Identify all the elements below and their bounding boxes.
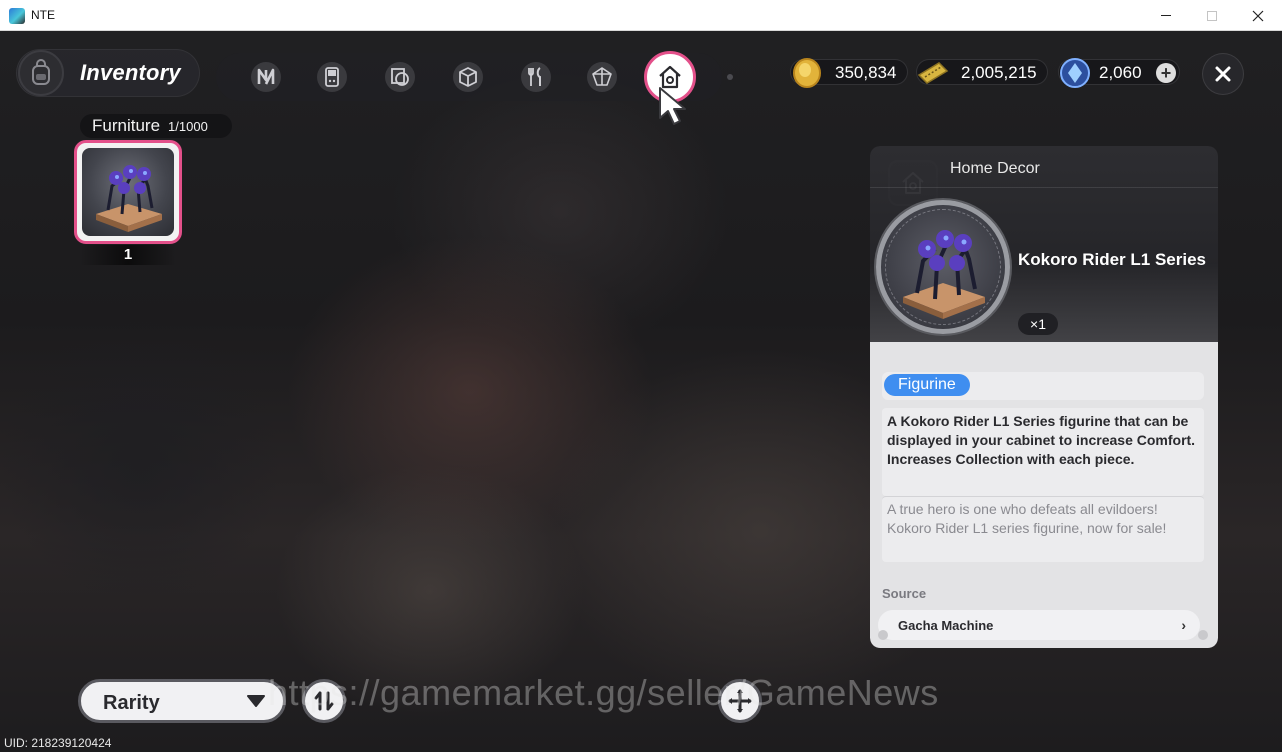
records-icon — [385, 62, 415, 92]
maximize-button[interactable] — [1189, 0, 1235, 31]
backpack-icon — [18, 50, 64, 96]
add-currency-button[interactable]: + — [1156, 63, 1176, 83]
mouse-cursor-icon — [659, 87, 686, 125]
item-name: Kokoro Rider L1 Series — [1018, 250, 1207, 269]
gold-value: 350,834 — [835, 63, 897, 82]
item-type-row: Figurine — [882, 372, 1204, 400]
gold-coin-icon — [793, 58, 821, 88]
source-name: Gacha Machine — [898, 618, 994, 633]
item-quantity: 1 — [80, 245, 176, 265]
user-id: UID: 218239120424 — [4, 736, 112, 750]
category-label: Furniture 1/1000 — [80, 114, 232, 138]
corner-dot — [1198, 630, 1208, 640]
category-capacity: 1/1000 — [168, 118, 208, 134]
sort-dropdown[interactable]: Rarity — [78, 679, 286, 723]
maximize-icon — [1207, 10, 1217, 21]
tab-materials[interactable] — [582, 57, 622, 97]
crystal-value: 2,060 — [1099, 63, 1142, 82]
tab-scroll-indicator — [727, 74, 733, 80]
window-title: NTE — [31, 8, 55, 22]
detail-category: Home Decor — [950, 160, 1040, 177]
close-icon — [1215, 66, 1231, 82]
corner-dot — [878, 630, 888, 640]
minimize-button[interactable] — [1143, 0, 1189, 31]
app-icon — [9, 8, 25, 24]
detail-body: Figurine A Kokoro Rider L1 Series figuri… — [870, 342, 1218, 648]
tab-gadgets[interactable] — [312, 57, 352, 97]
item-detail-panel: Home Decor Kokoro Rider L1 Series ×1 Fig… — [870, 146, 1218, 648]
close-icon — [1252, 10, 1264, 21]
ticket-icon — [917, 62, 949, 84]
kokoro-rider-figurine-image — [82, 148, 174, 236]
currency-gold: 350,834 — [790, 58, 908, 88]
game-viewport: Inventory 350,834 2,005,215 2,060 + Furn… — [0, 31, 1282, 752]
item-description: A Kokoro Rider L1 Series figurine that c… — [882, 408, 1204, 496]
category-tabs — [216, 51, 733, 103]
window-close-button[interactable] — [1235, 0, 1281, 31]
all-icon — [251, 62, 281, 92]
detail-category-row: Home Decor — [870, 146, 1218, 188]
category-name: Furniture — [92, 116, 161, 135]
item-type-tag: Figurine — [884, 374, 970, 396]
detail-header: Home Decor Kokoro Rider L1 Series ×1 — [870, 146, 1218, 342]
tab-all[interactable] — [246, 57, 286, 97]
item-slot-selected[interactable] — [74, 140, 182, 244]
page-title: Inventory — [80, 60, 181, 85]
window-titlebar: NTE — [0, 0, 1282, 31]
currency-ticket: 2,005,215 — [916, 59, 1048, 85]
item-flavor-text: A true hero is one who defeats all evild… — [882, 496, 1204, 562]
crystal-icon — [1060, 58, 1090, 88]
material-icon — [587, 62, 617, 92]
source-label: Source — [882, 586, 927, 601]
caret-down-icon — [247, 695, 265, 707]
ticket-value: 2,005,215 — [961, 63, 1037, 82]
food-icon — [521, 62, 551, 92]
close-inventory-button[interactable] — [1202, 53, 1244, 95]
watermark: https://gamemarket.gg/seller/GameNews — [268, 672, 939, 713]
tab-boxes[interactable] — [448, 57, 488, 97]
item-quantity-badge: ×1 — [1018, 313, 1058, 335]
inventory-header: Inventory — [16, 49, 200, 97]
source-gacha-machine-button[interactable]: Gacha Machine › — [878, 610, 1200, 640]
chevron-right-icon: › — [1181, 617, 1186, 633]
plus-icon: + — [1160, 63, 1172, 83]
gameboy-icon — [317, 62, 347, 92]
tab-food[interactable] — [516, 57, 556, 97]
minimize-icon — [1161, 15, 1171, 16]
item-medal-image — [876, 200, 1010, 334]
sort-dropdown-label: Rarity — [103, 692, 160, 714]
box-icon — [453, 62, 483, 92]
tab-records[interactable] — [380, 57, 420, 97]
